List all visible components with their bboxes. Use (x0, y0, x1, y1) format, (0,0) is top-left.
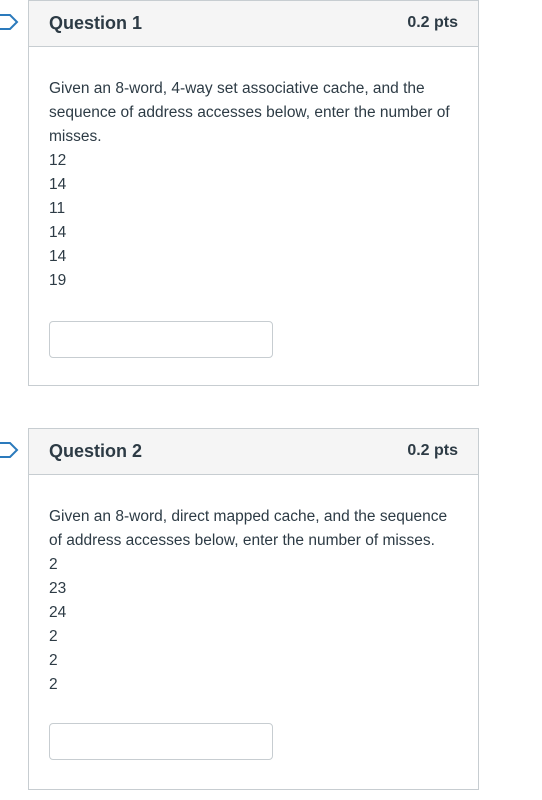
question-card: Question 1 0.2 pts Given an 8-word, 4-wa… (28, 0, 479, 386)
question-prompt: Given an 8-word, direct mapped cache, an… (49, 508, 448, 549)
address-access: 12 (49, 152, 67, 169)
address-access: 24 (49, 604, 67, 621)
address-access: 14 (49, 176, 67, 193)
question-header: Question 1 0.2 pts (29, 1, 478, 47)
flag-question-icon[interactable] (0, 14, 19, 30)
address-access: 23 (49, 580, 67, 597)
question-prompt: Given an 8-word, 4-way set associative c… (49, 80, 450, 145)
question-body: Given an 8-word, direct mapped cache, an… (29, 475, 478, 760)
answer-input[interactable] (49, 321, 273, 358)
address-access: 2 (49, 652, 58, 669)
question-title: Question 1 (49, 13, 143, 33)
answer-input[interactable] (49, 723, 273, 760)
address-access: 2 (49, 628, 58, 645)
question-points: 0.2 pts (407, 14, 458, 31)
question-title: Question 2 (49, 441, 143, 461)
question-header: Question 2 0.2 pts (29, 429, 478, 475)
address-access: 14 (49, 248, 67, 265)
address-access: 14 (49, 224, 67, 241)
address-access: 2 (49, 676, 58, 693)
question-card: Question 2 0.2 pts Given an 8-word, dire… (28, 428, 479, 790)
question-points: 0.2 pts (407, 442, 458, 459)
address-access: 11 (49, 200, 66, 217)
question-body: Given an 8-word, 4-way set associative c… (29, 47, 478, 358)
address-access: 2 (49, 556, 58, 573)
address-access: 19 (49, 272, 67, 289)
flag-question-icon[interactable] (0, 442, 19, 458)
